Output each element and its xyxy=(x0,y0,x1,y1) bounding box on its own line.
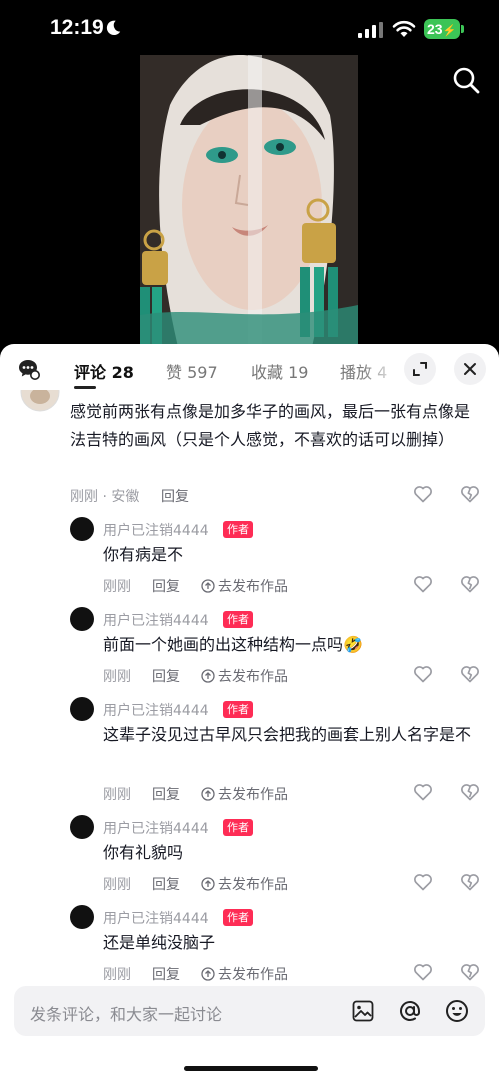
tab-comments[interactable]: 评论 28 xyxy=(74,359,134,383)
heart-icon[interactable] xyxy=(413,872,433,892)
reply-username[interactable]: 用户已注销4444 xyxy=(103,520,209,540)
reply-button[interactable]: 回复 xyxy=(152,964,180,984)
replier-avatar[interactable] xyxy=(70,607,94,631)
reply-button[interactable]: 回复 xyxy=(152,576,180,596)
reply-time: 刚刚 xyxy=(103,877,131,893)
signal-icon xyxy=(358,22,383,38)
author-badge: 作者 xyxy=(223,611,253,628)
broken-heart-icon[interactable] xyxy=(460,484,480,504)
broken-heart-icon[interactable] xyxy=(460,962,480,982)
screen: 12:19 23⚡ 评论 28 赞 597 收藏 19 播放 感觉前两张有点像是… xyxy=(0,0,499,1080)
status-time: 12:19 xyxy=(50,16,104,39)
heart-icon[interactable] xyxy=(413,962,433,982)
image-icon[interactable] xyxy=(352,1000,374,1022)
publish-arrow-icon xyxy=(201,787,215,801)
publish-label: 去发布作品 xyxy=(218,787,288,803)
reply-text: 你有病是不 xyxy=(103,545,184,564)
comment-input[interactable]: 发条评论，和大家一起讨论 xyxy=(30,1001,222,1025)
publish-link[interactable]: 去发布作品 xyxy=(201,576,288,596)
broken-heart-icon[interactable] xyxy=(460,664,480,684)
top-comment-text: 感觉前两张有点像是加多华子的画风，最后一张有点像是法吉特的画风（只是个人感觉，不… xyxy=(70,402,471,449)
publish-arrow-icon xyxy=(201,877,215,891)
heart-icon[interactable] xyxy=(413,484,433,504)
reply-text: 这辈子没见过古早风只会把我的画套上别人名字是不 xyxy=(103,725,472,744)
reply-time: 刚刚 xyxy=(103,787,131,803)
publish-link[interactable]: 去发布作品 xyxy=(201,666,288,686)
comment-sheet: 评论 28 赞 597 收藏 19 播放 4 xyxy=(0,344,499,1080)
reply-time: 刚刚 xyxy=(103,579,131,595)
reply-time: 刚刚 xyxy=(103,669,131,685)
replier-avatar[interactable] xyxy=(70,517,94,541)
artwork-image[interactable] xyxy=(140,55,358,355)
reply-button[interactable]: 回复 xyxy=(152,874,180,894)
reply-username[interactable]: 用户已注销4444 xyxy=(103,818,209,838)
comment-composer[interactable]: 发条评论，和大家一起讨论 xyxy=(14,986,485,1036)
publish-arrow-icon xyxy=(201,669,215,683)
author-badge: 作者 xyxy=(223,701,253,718)
reply-button[interactable]: 回复 xyxy=(152,666,180,686)
expand-icon xyxy=(413,362,427,376)
search-icon[interactable] xyxy=(452,66,480,94)
comment-tabbar: 评论 28 赞 597 收藏 19 播放 4 xyxy=(0,344,499,394)
heart-icon[interactable] xyxy=(413,782,433,802)
heart-icon[interactable] xyxy=(413,664,433,684)
author-badge: 作者 xyxy=(223,521,253,538)
publish-arrow-icon xyxy=(201,579,215,593)
replier-avatar[interactable] xyxy=(70,815,94,839)
replier-avatar[interactable] xyxy=(70,697,94,721)
reply-button[interactable]: 回复 xyxy=(152,784,180,804)
publish-label: 去发布作品 xyxy=(218,579,288,595)
reply-text: 还是单纯没脑子 xyxy=(103,933,216,952)
close-icon xyxy=(464,363,476,375)
artwork-illustration xyxy=(140,55,358,355)
publish-label: 去发布作品 xyxy=(218,669,288,685)
comment-bubble-icon[interactable] xyxy=(18,358,40,380)
publish-link[interactable]: 去发布作品 xyxy=(201,874,288,894)
tab-fade xyxy=(360,350,400,390)
wifi-icon xyxy=(392,20,416,37)
moon-icon xyxy=(106,20,121,36)
author-badge: 作者 xyxy=(223,819,253,836)
emoji-icon[interactable] xyxy=(445,999,469,1023)
tab-favorites[interactable]: 收藏 19 xyxy=(251,359,308,383)
publish-link[interactable]: 去发布作品 xyxy=(201,784,288,804)
author-badge: 作者 xyxy=(223,909,253,926)
replier-avatar[interactable] xyxy=(70,905,94,929)
commenter-avatar[interactable] xyxy=(20,390,60,412)
reply-text: 前面一个她画的出这种结构一点吗🤣 xyxy=(103,635,363,654)
reply-button[interactable]: 回复 xyxy=(161,486,189,506)
at-icon[interactable] xyxy=(398,999,422,1023)
reply-time: 刚刚 xyxy=(103,967,131,983)
status-bar: 12:19 23⚡ xyxy=(0,0,499,60)
publish-link[interactable]: 去发布作品 xyxy=(201,964,288,984)
tab-likes[interactable]: 赞 597 xyxy=(166,359,218,383)
tab-underline xyxy=(74,386,96,389)
broken-heart-icon[interactable] xyxy=(460,872,480,892)
publish-label: 去发布作品 xyxy=(218,967,288,983)
top-comment-meta: 刚刚 · 安徽 xyxy=(70,489,140,505)
battery-nub xyxy=(461,25,464,33)
home-indicator xyxy=(184,1066,318,1071)
battery-level: 23 xyxy=(427,21,443,37)
reply-username[interactable]: 用户已注销4444 xyxy=(103,610,209,630)
publish-arrow-icon xyxy=(201,967,215,981)
broken-heart-icon[interactable] xyxy=(460,782,480,802)
publish-label: 去发布作品 xyxy=(218,877,288,893)
close-button[interactable] xyxy=(454,353,486,385)
reply-username[interactable]: 用户已注销4444 xyxy=(103,700,209,720)
broken-heart-icon[interactable] xyxy=(460,574,480,594)
reply-text: 你有礼貌吗 xyxy=(103,843,184,862)
reply-username[interactable]: 用户已注销4444 xyxy=(103,908,209,928)
battery-icon: 23⚡ xyxy=(424,19,460,39)
expand-button[interactable] xyxy=(404,353,436,385)
heart-icon[interactable] xyxy=(413,574,433,594)
